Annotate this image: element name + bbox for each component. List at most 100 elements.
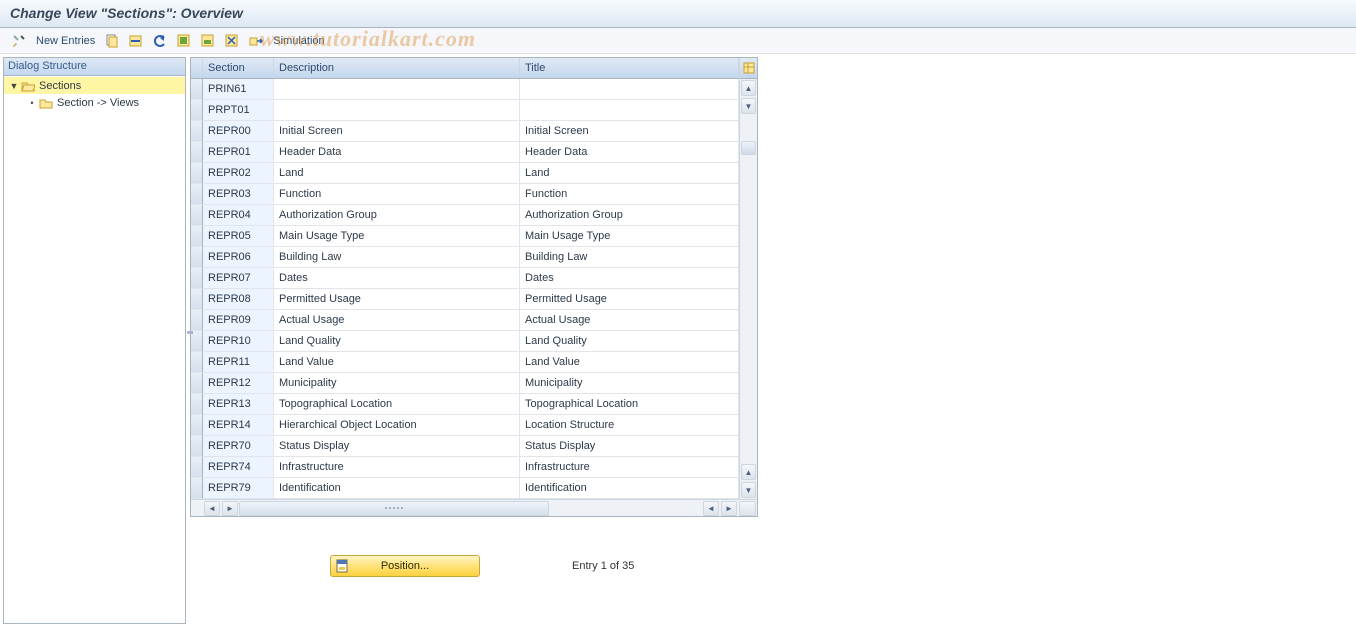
scroll-right-step-button[interactable]: ►: [721, 501, 737, 516]
cell-section[interactable]: REPR02: [203, 163, 274, 184]
horizontal-scrollbar-thumb[interactable]: [239, 501, 549, 516]
table-row[interactable]: REPR10Land QualityLand Quality: [191, 331, 739, 352]
cell-description[interactable]: [274, 79, 520, 100]
table-row[interactable]: REPR74InfrastructureInfrastructure: [191, 457, 739, 478]
copy-as-button[interactable]: [101, 31, 123, 51]
scroll-down-step-button[interactable]: ▼: [741, 482, 756, 498]
grid-header-title[interactable]: Title: [520, 58, 739, 78]
cell-section[interactable]: REPR10: [203, 331, 274, 352]
position-button[interactable]: Position...: [330, 555, 480, 577]
delete-button[interactable]: [125, 31, 147, 51]
deselect-all-button[interactable]: [221, 31, 243, 51]
tree-expand-icon[interactable]: ▼: [8, 81, 20, 91]
scroll-right-button[interactable]: ►: [222, 501, 238, 516]
cell-section[interactable]: REPR00: [203, 121, 274, 142]
cell-title[interactable]: Actual Usage: [520, 310, 739, 331]
cell-title[interactable]: Initial Screen: [520, 121, 739, 142]
other-view-button[interactable]: [8, 31, 30, 51]
grid-header-section[interactable]: Section: [203, 58, 274, 78]
cell-title[interactable]: Land: [520, 163, 739, 184]
cell-title[interactable]: Identification: [520, 478, 739, 499]
cell-title[interactable]: Land Value: [520, 352, 739, 373]
row-selector[interactable]: [191, 394, 203, 415]
table-row[interactable]: REPR01Header DataHeader Data: [191, 142, 739, 163]
cell-description[interactable]: Municipality: [274, 373, 520, 394]
tree-node[interactable]: •Section -> Views: [4, 94, 185, 111]
table-row[interactable]: REPR11Land ValueLand Value: [191, 352, 739, 373]
cell-title[interactable]: Status Display: [520, 436, 739, 457]
undo-change-button[interactable]: [149, 31, 171, 51]
simulation-button[interactable]: Simulation: [273, 35, 324, 47]
cell-section[interactable]: REPR07: [203, 268, 274, 289]
table-row[interactable]: REPR03FunctionFunction: [191, 184, 739, 205]
scroll-down-button[interactable]: ▼: [741, 98, 756, 114]
horizontal-scrollbar-track[interactable]: [239, 501, 702, 516]
cell-description[interactable]: Header Data: [274, 142, 520, 163]
table-row[interactable]: REPR14Hierarchical Object LocationLocati…: [191, 415, 739, 436]
grid-select-all-header[interactable]: [191, 58, 203, 78]
table-row[interactable]: REPR79IdentificationIdentification: [191, 478, 739, 499]
row-selector[interactable]: [191, 436, 203, 457]
cell-section[interactable]: REPR08: [203, 289, 274, 310]
row-selector[interactable]: [191, 352, 203, 373]
table-row[interactable]: PRPT01: [191, 100, 739, 121]
row-selector[interactable]: [191, 205, 203, 226]
table-settings-button[interactable]: [740, 58, 757, 79]
cell-title[interactable]: Main Usage Type: [520, 226, 739, 247]
table-row[interactable]: REPR70Status DisplayStatus Display: [191, 436, 739, 457]
table-row[interactable]: REPR08Permitted UsagePermitted Usage: [191, 289, 739, 310]
row-selector[interactable]: [191, 478, 203, 499]
cell-section[interactable]: REPR03: [203, 184, 274, 205]
cell-section[interactable]: PRPT01: [203, 100, 274, 121]
cell-description[interactable]: Initial Screen: [274, 121, 520, 142]
cell-section[interactable]: REPR01: [203, 142, 274, 163]
cell-title[interactable]: [520, 100, 739, 121]
cell-description[interactable]: Function: [274, 184, 520, 205]
cell-section[interactable]: REPR12: [203, 373, 274, 394]
cell-section[interactable]: REPR11: [203, 352, 274, 373]
cell-description[interactable]: Identification: [274, 478, 520, 499]
cell-section[interactable]: REPR04: [203, 205, 274, 226]
scroll-left-button[interactable]: ◄: [204, 501, 220, 516]
row-selector[interactable]: [191, 121, 203, 142]
row-selector[interactable]: [191, 184, 203, 205]
cell-title[interactable]: Topographical Location: [520, 394, 739, 415]
cell-section[interactable]: REPR70: [203, 436, 274, 457]
row-selector[interactable]: [191, 247, 203, 268]
cell-description[interactable]: Land Quality: [274, 331, 520, 352]
row-selector[interactable]: [191, 268, 203, 289]
cell-description[interactable]: Infrastructure: [274, 457, 520, 478]
cell-section[interactable]: REPR79: [203, 478, 274, 499]
scroll-up-step-button[interactable]: ▲: [741, 464, 756, 480]
table-row[interactable]: REPR00Initial ScreenInitial Screen: [191, 121, 739, 142]
grid-header-description[interactable]: Description: [274, 58, 520, 78]
cell-title[interactable]: Permitted Usage: [520, 289, 739, 310]
row-selector[interactable]: [191, 226, 203, 247]
cell-title[interactable]: Municipality: [520, 373, 739, 394]
table-row[interactable]: REPR13Topographical LocationTopographica…: [191, 394, 739, 415]
scroll-left-step-button[interactable]: ◄: [703, 501, 719, 516]
dialog-structure-tree[interactable]: ▼Sections•Section -> Views: [4, 76, 185, 623]
cell-section[interactable]: REPR06: [203, 247, 274, 268]
cell-description[interactable]: Land Value: [274, 352, 520, 373]
cell-title[interactable]: Function: [520, 184, 739, 205]
cell-description[interactable]: Authorization Group: [274, 205, 520, 226]
table-row[interactable]: PRIN61: [191, 79, 739, 100]
cell-title[interactable]: Infrastructure: [520, 457, 739, 478]
cell-section[interactable]: REPR74: [203, 457, 274, 478]
cell-title[interactable]: Land Quality: [520, 331, 739, 352]
cell-section[interactable]: REPR14: [203, 415, 274, 436]
splitter-handle[interactable]: [187, 317, 193, 347]
cell-section[interactable]: REPR13: [203, 394, 274, 415]
configuration-button[interactable]: [245, 31, 267, 51]
table-row[interactable]: REPR09Actual UsageActual Usage: [191, 310, 739, 331]
cell-title[interactable]: Location Structure: [520, 415, 739, 436]
row-selector[interactable]: [191, 100, 203, 121]
cell-title[interactable]: Authorization Group: [520, 205, 739, 226]
cell-description[interactable]: Building Law: [274, 247, 520, 268]
table-row[interactable]: REPR07DatesDates: [191, 268, 739, 289]
table-row[interactable]: REPR05Main Usage TypeMain Usage Type: [191, 226, 739, 247]
cell-description[interactable]: Permitted Usage: [274, 289, 520, 310]
cell-description[interactable]: [274, 100, 520, 121]
cell-section[interactable]: PRIN61: [203, 79, 274, 100]
